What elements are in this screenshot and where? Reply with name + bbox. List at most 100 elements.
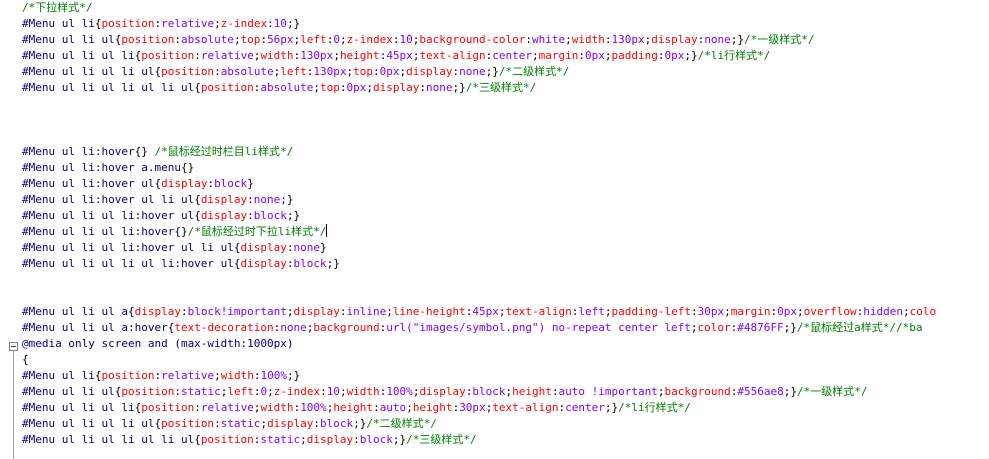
code-token: ;} bbox=[392, 433, 407, 446]
code-line[interactable] bbox=[22, 96, 989, 112]
code-token: z-index bbox=[220, 17, 268, 30]
code-token: top bbox=[320, 81, 340, 94]
code-token: ;} bbox=[783, 321, 797, 334]
code-line[interactable] bbox=[22, 288, 989, 304]
code-line[interactable]: #Menu ul li ul li ul{position:static;dis… bbox=[22, 416, 989, 432]
code-token: display bbox=[419, 385, 466, 398]
code-line[interactable]: #Menu ul li ul{position:absolute;top:56p… bbox=[22, 32, 989, 48]
code-line[interactable]: #Menu ul li ul{position:static;left:0;z-… bbox=[22, 384, 989, 400]
code-token: none bbox=[253, 193, 281, 206]
code-token: } bbox=[247, 177, 254, 190]
code-token: {} bbox=[134, 145, 155, 158]
code-line[interactable]: #Menu ul li ul li:hover ul li ul{display… bbox=[22, 240, 989, 256]
code-token: ;} bbox=[452, 81, 466, 94]
code-token: absolute bbox=[220, 65, 274, 78]
code-line[interactable]: #Menu ul li ul li ul{position:absolute;l… bbox=[22, 64, 989, 80]
code-token: none bbox=[280, 321, 307, 334]
code-token: width bbox=[260, 401, 294, 414]
code-token: ; bbox=[690, 321, 698, 334]
code-token: relative bbox=[200, 49, 254, 62]
code-token: : bbox=[174, 385, 181, 398]
code-token: #Menu ul li:hover a.menu bbox=[22, 161, 181, 174]
code-editor[interactable]: /*下拉样式*/#Menu ul li{position:relative;z-… bbox=[0, 0, 989, 459]
code-line[interactable]: #Menu ul li:hover{} /*鼠标经过时栏目li样式*/ bbox=[22, 144, 989, 160]
code-token: #Menu ul li ul bbox=[22, 33, 115, 46]
code-token: #Menu ul li ul li:hover ul li ul bbox=[22, 241, 234, 254]
code-token: display bbox=[406, 65, 453, 78]
code-line[interactable]: #Menu ul li:hover ul li ul{display:none;… bbox=[22, 192, 989, 208]
code-token: colo bbox=[909, 305, 937, 318]
code-token: #Menu ul li ul li:hover bbox=[22, 225, 175, 238]
code-token: relative bbox=[200, 401, 254, 414]
code-token: : bbox=[353, 433, 360, 446]
code-token: background-color bbox=[419, 33, 526, 46]
code-token: z-index bbox=[346, 33, 393, 46]
code-line[interactable]: #Menu ul li ul li ul li ul{position: abso… bbox=[22, 80, 989, 96]
code-token: 30px bbox=[459, 401, 486, 414]
code-token: ;} bbox=[280, 193, 294, 206]
code-line[interactable]: #Menu ul li ul li{position:relative;widt… bbox=[22, 48, 989, 64]
code-token: {} bbox=[180, 161, 195, 174]
code-token: } bbox=[320, 241, 327, 254]
code-token: : bbox=[286, 257, 294, 270]
code-token: { bbox=[194, 193, 201, 206]
code-token: text-align bbox=[492, 401, 559, 414]
code-line[interactable]: #Menu ul li{position:relative;width:100%… bbox=[22, 368, 989, 384]
fold-toggle-icon[interactable] bbox=[9, 342, 18, 351]
code-token: #Menu ul li:hover bbox=[22, 145, 135, 158]
code-line[interactable]: @media only screen and (max-width:1000px… bbox=[22, 336, 989, 352]
code-token: display bbox=[200, 209, 248, 222]
code-token: relative bbox=[161, 17, 215, 30]
code-line[interactable]: /*下拉样式*/ bbox=[22, 0, 989, 16]
code-token: /*三级样式*/ bbox=[406, 433, 477, 446]
code-line[interactable]: #Menu ul li ul a:hover{text-decoration:n… bbox=[22, 320, 989, 336]
code-token: ; bbox=[498, 305, 506, 318]
code-line[interactable]: #Menu ul li ul li ul li:hover ul{display… bbox=[22, 256, 989, 272]
code-token: #Menu ul li ul li bbox=[22, 49, 135, 62]
code-line[interactable]: #Menu ul li ul a{display:block!important… bbox=[22, 304, 989, 320]
code-token: padding bbox=[611, 49, 658, 62]
code-token: display bbox=[267, 417, 314, 430]
code-token: position bbox=[200, 81, 254, 94]
code-line[interactable] bbox=[22, 272, 989, 288]
code-token: ;} bbox=[783, 385, 797, 398]
code-line[interactable]: #Menu ul li ul li:hover{}/*鼠标经过时下拉li样式*/ bbox=[22, 224, 989, 240]
code-token: top bbox=[240, 33, 261, 46]
code-token: display bbox=[306, 433, 354, 446]
code-line[interactable]: #Menu ul li:hover a.menu{} bbox=[22, 160, 989, 176]
fold-gutter bbox=[0, 0, 20, 459]
code-token: 100% bbox=[386, 385, 413, 398]
code-line[interactable]: #Menu ul li:hover ul{display:block} bbox=[22, 176, 989, 192]
code-token: absolute bbox=[260, 81, 314, 94]
code-token: #556ae8 bbox=[737, 385, 784, 398]
code-token: 130px bbox=[300, 49, 334, 62]
code-token: ; bbox=[796, 305, 804, 318]
code-token: #Menu ul li ul li ul li ul bbox=[22, 81, 195, 94]
code-line[interactable] bbox=[22, 128, 989, 144]
code-token: text-align bbox=[419, 49, 486, 62]
code-line[interactable]: #Menu ul li ul li{position:relative;widt… bbox=[22, 400, 989, 416]
code-token: ; bbox=[267, 385, 274, 398]
code-token: position bbox=[141, 49, 195, 62]
code-line[interactable]: { bbox=[22, 352, 989, 368]
code-line[interactable]: #Menu ul li ul li ul li ul{position: stat… bbox=[22, 432, 989, 448]
code-token: ; bbox=[214, 369, 221, 382]
code-line[interactable] bbox=[22, 112, 989, 128]
code-token: ; bbox=[339, 33, 347, 46]
code-token: block bbox=[320, 417, 354, 430]
code-token: /*三级样式*/ bbox=[465, 81, 537, 94]
code-token: : bbox=[320, 385, 327, 398]
code-line[interactable]: #Menu ul li ul li:hover ul{display:block… bbox=[22, 208, 989, 224]
code-text-area[interactable]: /*下拉样式*/#Menu ul li{position:relative;z-… bbox=[22, 0, 989, 448]
code-token: ; bbox=[604, 49, 612, 62]
code-token: #Menu ul li ul a:hover bbox=[22, 321, 168, 334]
code-token: : bbox=[194, 401, 201, 414]
code-token: 10 bbox=[399, 33, 413, 46]
code-token: #Menu ul li:hover ul bbox=[22, 177, 155, 190]
code-line[interactable]: #Menu ul li{position:relative;z-index:10… bbox=[22, 16, 989, 32]
code-token: left bbox=[227, 385, 254, 398]
code-token: height bbox=[339, 49, 380, 62]
code-token: ;} bbox=[730, 33, 744, 46]
code-token: auto !important bbox=[558, 385, 658, 398]
code-token: height bbox=[412, 401, 453, 414]
